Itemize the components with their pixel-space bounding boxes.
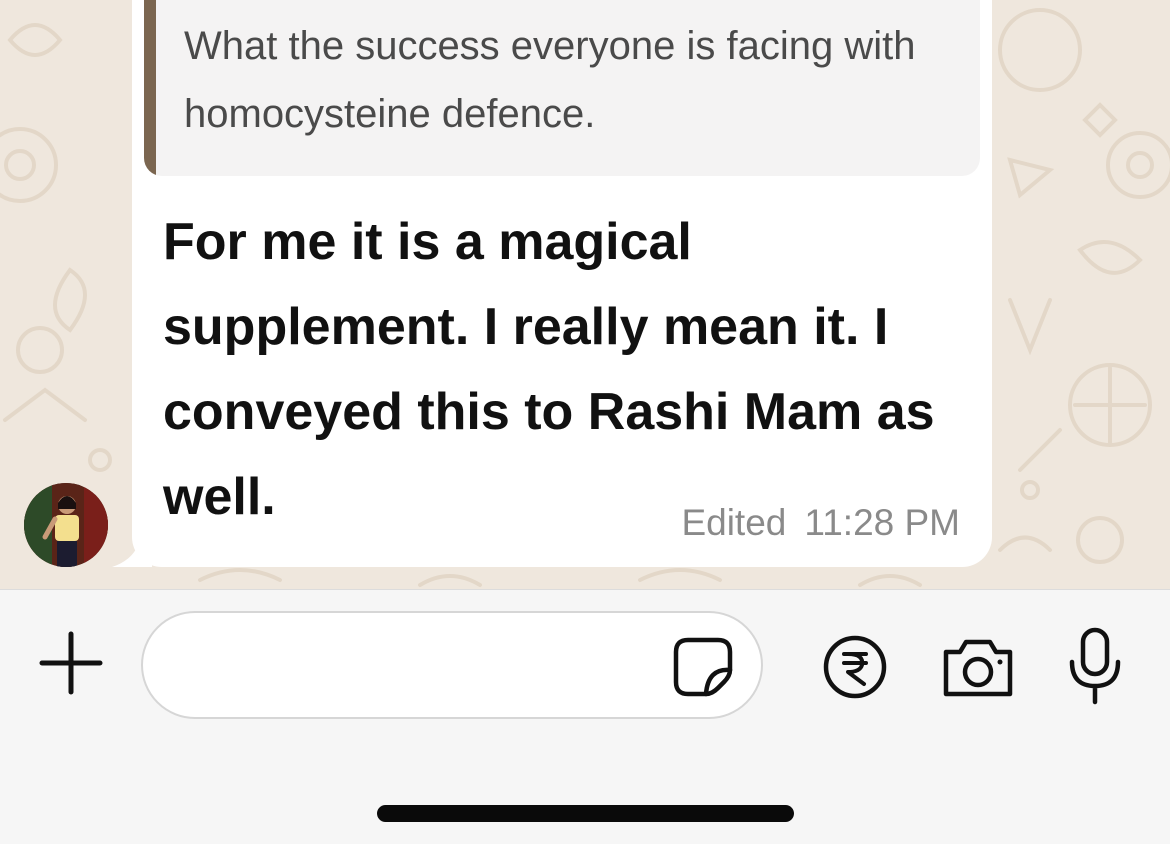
rupee-icon[interactable] — [822, 634, 888, 700]
sticker-icon[interactable] — [672, 636, 734, 698]
contact-avatar[interactable] — [24, 483, 108, 567]
plus-icon[interactable] — [36, 628, 106, 698]
message-meta: Edited 11:28 PM — [681, 502, 960, 544]
message-composer — [0, 589, 1170, 844]
message-input[interactable] — [141, 611, 763, 719]
edited-label: Edited — [681, 502, 787, 543]
microphone-icon[interactable] — [1066, 626, 1124, 706]
quoted-message-text: What the success everyone is facing with… — [184, 24, 916, 136]
quote-accent-bar — [144, 0, 156, 176]
avatar-image — [24, 483, 108, 567]
camera-icon[interactable] — [940, 634, 1016, 700]
chat-area[interactable]: What the success everyone is facing with… — [0, 0, 1170, 589]
message-text: For me it is a magical supplement. I rea… — [163, 213, 935, 526]
quoted-message[interactable]: What the success everyone is facing with… — [144, 0, 980, 176]
home-indicator[interactable] — [377, 805, 794, 822]
message-time: 11:28 PM — [804, 502, 960, 543]
